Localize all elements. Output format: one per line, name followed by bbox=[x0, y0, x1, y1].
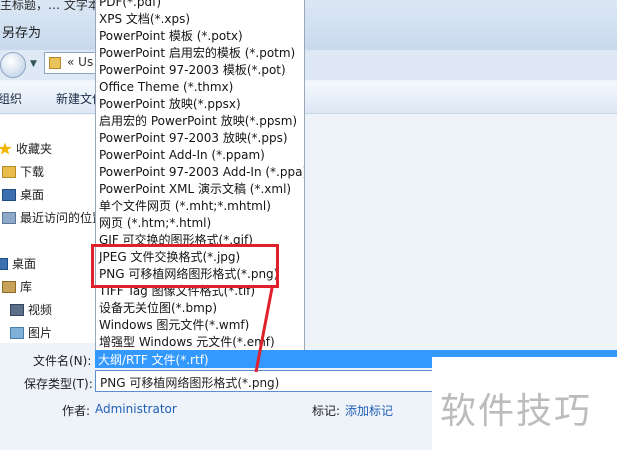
file-type-option[interactable]: 单个文件网页 (*.mht;*.mhtml) bbox=[99, 198, 271, 215]
sidebar-item-libraries[interactable]: 库 bbox=[2, 278, 32, 295]
file-type-option[interactable]: 增强型 Windows 元文件(*.emf) bbox=[99, 334, 275, 350]
sidebar-item-desktop-root[interactable]: 桌面 bbox=[0, 255, 36, 272]
organize-button[interactable]: 组织 bbox=[0, 90, 22, 107]
file-type-option[interactable]: PowerPoint 放映(*.ppsx) bbox=[99, 96, 241, 113]
author-value[interactable]: Administrator bbox=[95, 402, 177, 416]
folder-icon bbox=[2, 165, 16, 178]
toolbar: 组织 新建文件夹 bbox=[0, 82, 617, 114]
add-tags-link[interactable]: 添加标记 bbox=[345, 402, 393, 419]
address-text: « Us bbox=[67, 55, 94, 69]
dialog-title: 另存为 bbox=[2, 26, 42, 41]
chevron-down-icon[interactable]: ▼ bbox=[30, 59, 37, 69]
file-type-dropdown-list[interactable]: PDF(*.pdf) XPS 文档(*.xps) PowerPoint 模板 (… bbox=[95, 0, 305, 350]
desktop-icon bbox=[2, 188, 16, 201]
file-type-option[interactable]: PowerPoint 97-2003 Add-In (*.ppa) bbox=[99, 164, 304, 181]
sidebar-item-recent-places[interactable]: 最近访问的位置 bbox=[2, 209, 104, 226]
desktop-icon bbox=[0, 257, 8, 270]
address-bar[interactable]: « Us bbox=[44, 52, 98, 74]
file-type-option[interactable]: PowerPoint 模板 (*.potx) bbox=[99, 28, 243, 45]
file-type-option[interactable]: 网页 (*.htm;*.html) bbox=[99, 215, 211, 232]
title-bar: 主标题，… 文字本页 另存为 bbox=[0, 0, 617, 50]
sidebar-item-videos[interactable]: 视频 bbox=[10, 301, 52, 318]
file-type-option[interactable]: PowerPoint XML 演示文稿 (*.xml) bbox=[99, 181, 291, 198]
file-type-option[interactable]: 设备无关位图(*.bmp) bbox=[99, 300, 217, 317]
file-type-option[interactable]: PowerPoint Add-In (*.ppam) bbox=[99, 147, 265, 164]
file-type-option[interactable]: Windows 图元文件(*.wmf) bbox=[99, 317, 249, 334]
sidebar-item-favorites[interactable]: 收藏夹 bbox=[0, 140, 52, 157]
star-icon bbox=[0, 142, 12, 155]
video-icon bbox=[10, 303, 24, 316]
pictures-icon bbox=[10, 326, 24, 339]
sidebar-item-downloads[interactable]: 下载 bbox=[2, 163, 44, 180]
sidebar-item-desktop[interactable]: 桌面 bbox=[2, 186, 44, 203]
author-label: 作者: bbox=[62, 404, 91, 418]
save-type-label: 保存类型(T): bbox=[24, 377, 93, 391]
file-type-option[interactable]: PowerPoint 启用宏的模板 (*.potm) bbox=[99, 45, 295, 62]
file-name-label: 文件名(N): bbox=[33, 354, 92, 368]
tags-label: 标记: bbox=[312, 404, 341, 418]
file-name-value: 大纲/RTF 文件(*.rtf) bbox=[98, 353, 209, 367]
library-icon bbox=[2, 280, 16, 293]
back-button[interactable] bbox=[0, 52, 26, 78]
file-type-option[interactable]: PDF(*.pdf) bbox=[99, 0, 161, 11]
jpg-png-highlight-box bbox=[91, 244, 279, 288]
folder-icon bbox=[49, 57, 61, 69]
recent-places-icon bbox=[2, 211, 16, 224]
file-type-option[interactable]: Office Theme (*.thmx) bbox=[99, 79, 233, 96]
file-type-option[interactable]: 启用宏的 PowerPoint 放映(*.ppsm) bbox=[99, 113, 297, 130]
file-type-option[interactable]: XPS 文档(*.xps) bbox=[99, 11, 190, 28]
file-type-option[interactable]: PowerPoint 97-2003 放映(*.pps) bbox=[99, 130, 288, 147]
save-type-value: PNG 可移植网络图形格式(*.png) bbox=[100, 376, 280, 390]
file-type-option[interactable]: PowerPoint 97-2003 模板(*.pot) bbox=[99, 62, 286, 79]
watermark-text: 软件技巧 bbox=[440, 391, 593, 432]
navigation-pane: 收藏夹 下载 桌面 最近访问的位置 桌面 库 视频 图片 bbox=[0, 115, 104, 343]
sidebar-item-pictures[interactable]: 图片 bbox=[10, 324, 52, 341]
